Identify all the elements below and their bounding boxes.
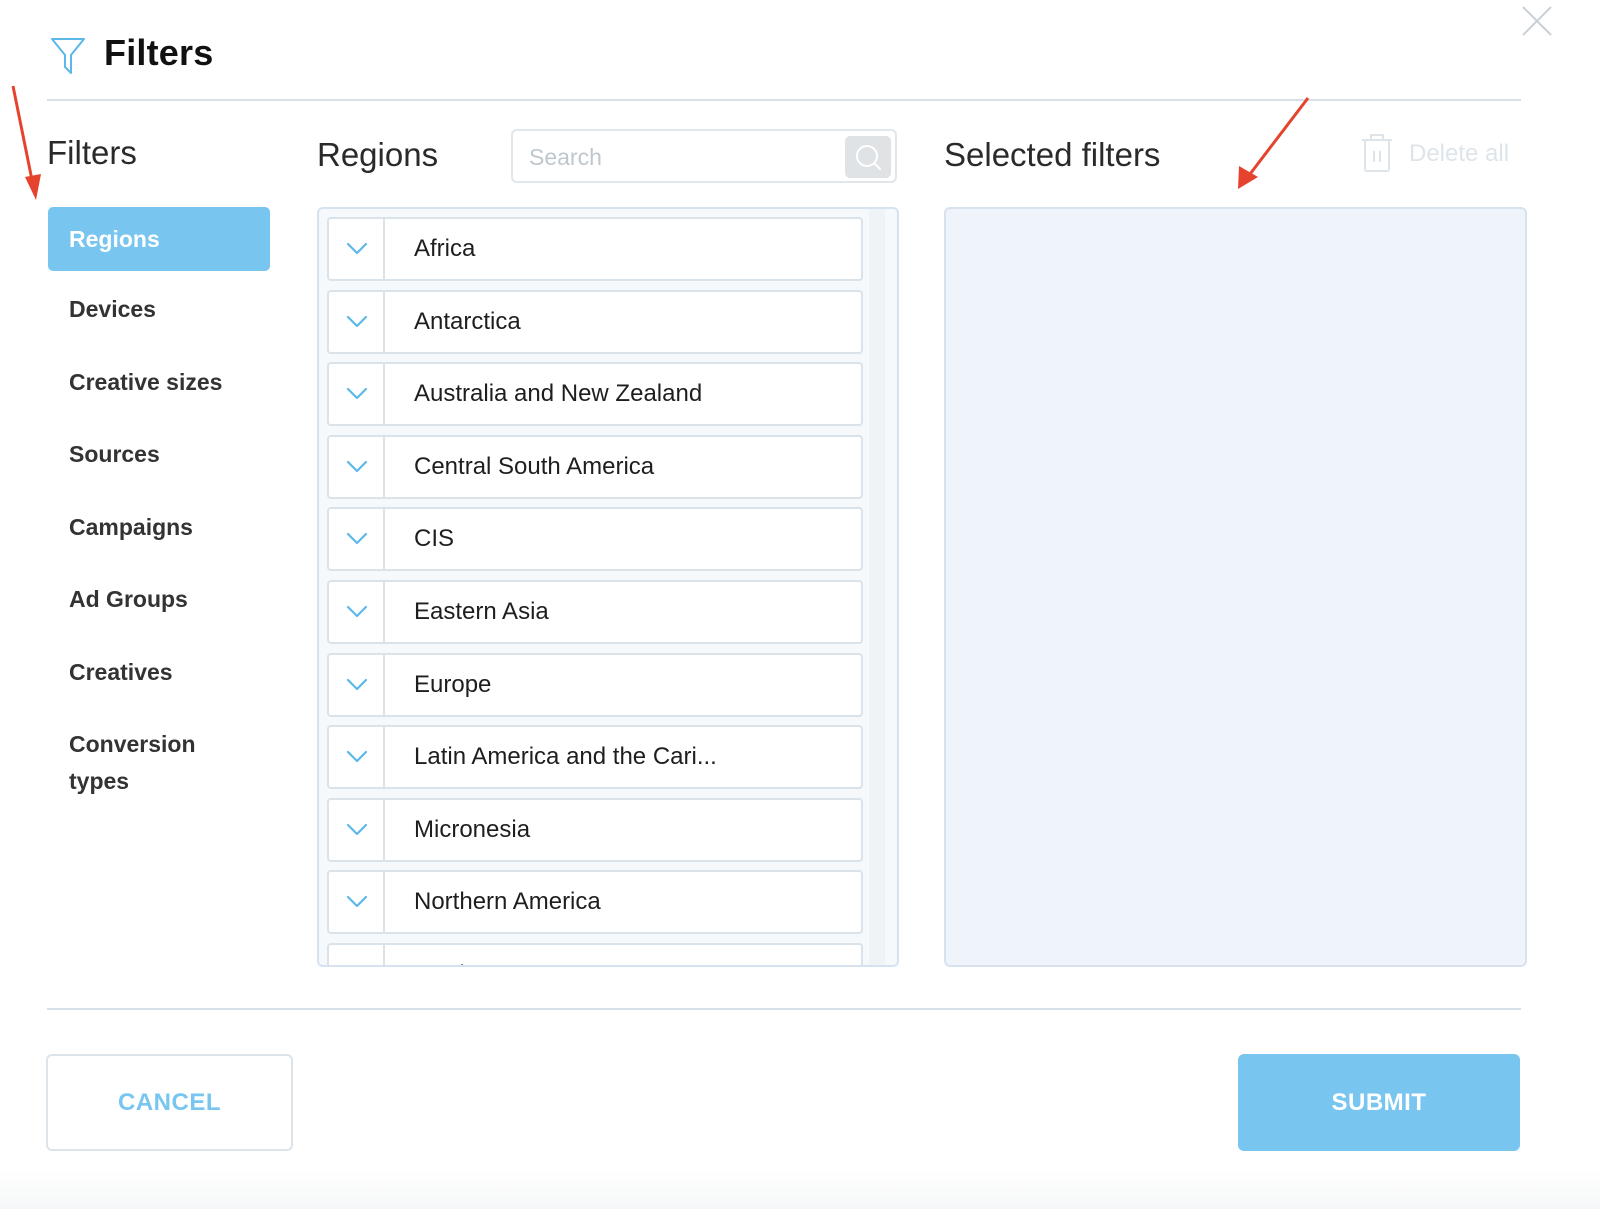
regions-list: Africa Antarctica Australia and New Zealan…: [317, 207, 899, 967]
region-item[interactable]: Antarctica: [327, 289, 863, 354]
submit-button[interactable]: SUBMIT: [1238, 1054, 1520, 1151]
region-label: Europe: [414, 670, 492, 698]
region-label: Northern E...: [414, 945, 550, 965]
region-label: Latin America and the Cari...: [414, 743, 717, 771]
funnel-icon: [51, 38, 85, 74]
nav-item-creatives[interactable]: Creatives: [48, 659, 270, 686]
search-button[interactable]: [845, 136, 891, 178]
nav-item-campaigns[interactable]: Campaigns: [48, 514, 270, 541]
region-item[interactable]: Latin America and the Cari...: [327, 725, 863, 790]
region-item[interactable]: Northern E...: [327, 943, 863, 965]
nav-item-devices[interactable]: Devices: [48, 296, 270, 323]
region-item[interactable]: Central South America: [327, 434, 863, 499]
chevron-down-icon: [346, 242, 368, 255]
nav-item-regions[interactable]: Regions: [48, 207, 270, 271]
expand-toggle[interactable]: [329, 654, 385, 715]
region-label: Australia and New Zealand: [414, 380, 703, 408]
expand-toggle[interactable]: [329, 799, 385, 860]
search-icon: [856, 145, 881, 170]
region-item[interactable]: Africa: [327, 217, 863, 281]
region-label: CIS: [414, 525, 455, 553]
region-item[interactable]: Europe: [327, 652, 863, 717]
expand-toggle[interactable]: [329, 872, 385, 933]
search-input[interactable]: [527, 139, 841, 175]
nav-item-sources[interactable]: Sources: [48, 441, 270, 468]
cancel-button[interactable]: CANCEL: [46, 1054, 293, 1151]
expand-toggle[interactable]: [329, 582, 385, 642]
expand-toggle[interactable]: [329, 291, 385, 352]
chevron-down-icon: [346, 315, 368, 327]
nav-item-ad-groups[interactable]: Ad Groups: [48, 586, 270, 613]
chevron-down-icon: [346, 388, 368, 400]
region-item[interactable]: Micronesia: [327, 797, 863, 862]
expand-toggle[interactable]: [329, 219, 385, 279]
nav-item-conversion-types[interactable]: Conversion types: [48, 726, 248, 800]
chevron-down-icon: [346, 605, 368, 618]
expand-toggle[interactable]: [329, 364, 385, 425]
filters-nav-heading: Filters: [47, 134, 137, 171]
trash-icon: [1362, 134, 1392, 172]
page-title: Filters: [104, 32, 214, 73]
expand-toggle[interactable]: [329, 945, 385, 965]
selected-filters-heading: Selected filters: [944, 136, 1161, 173]
delete-all-label: Delete all: [1409, 140, 1510, 167]
region-item[interactable]: Australia and New Zealand: [327, 362, 863, 427]
chevron-down-icon: [346, 896, 368, 908]
annotation-arrow-icon: [1238, 97, 1310, 189]
chevron-down-icon: [346, 460, 368, 472]
expand-toggle[interactable]: [329, 727, 385, 788]
chevron-down-icon: [346, 751, 368, 763]
expand-toggle[interactable]: [329, 509, 385, 570]
region-item[interactable]: Eastern Asia: [327, 580, 863, 644]
region-label: Central South America: [414, 452, 655, 480]
region-search: [511, 129, 897, 183]
regions-heading: Regions: [317, 136, 439, 173]
close-icon[interactable]: [1520, 4, 1554, 38]
chevron-down-icon: [346, 678, 368, 690]
region-label: Micronesia: [414, 815, 531, 843]
scrollbar[interactable]: [869, 209, 885, 965]
nav-item-creative-sizes[interactable]: Creative sizes: [48, 369, 270, 396]
footer-divider: [47, 1008, 1521, 1010]
chevron-down-icon: [346, 533, 368, 545]
annotation-arrow-icon: [11, 85, 41, 200]
region-label: Northern America: [414, 888, 601, 916]
region-item[interactable]: Northern America: [327, 870, 863, 935]
region-label: Antarctica: [414, 307, 521, 335]
region-label: Africa: [414, 235, 476, 262]
selected-filters-panel: [944, 207, 1527, 967]
expand-toggle[interactable]: [329, 436, 385, 497]
region-item[interactable]: CIS: [327, 507, 863, 572]
chevron-down-icon: [346, 823, 368, 835]
bottom-shadow: [0, 1170, 1600, 1209]
region-label: Eastern Asia: [414, 598, 549, 625]
